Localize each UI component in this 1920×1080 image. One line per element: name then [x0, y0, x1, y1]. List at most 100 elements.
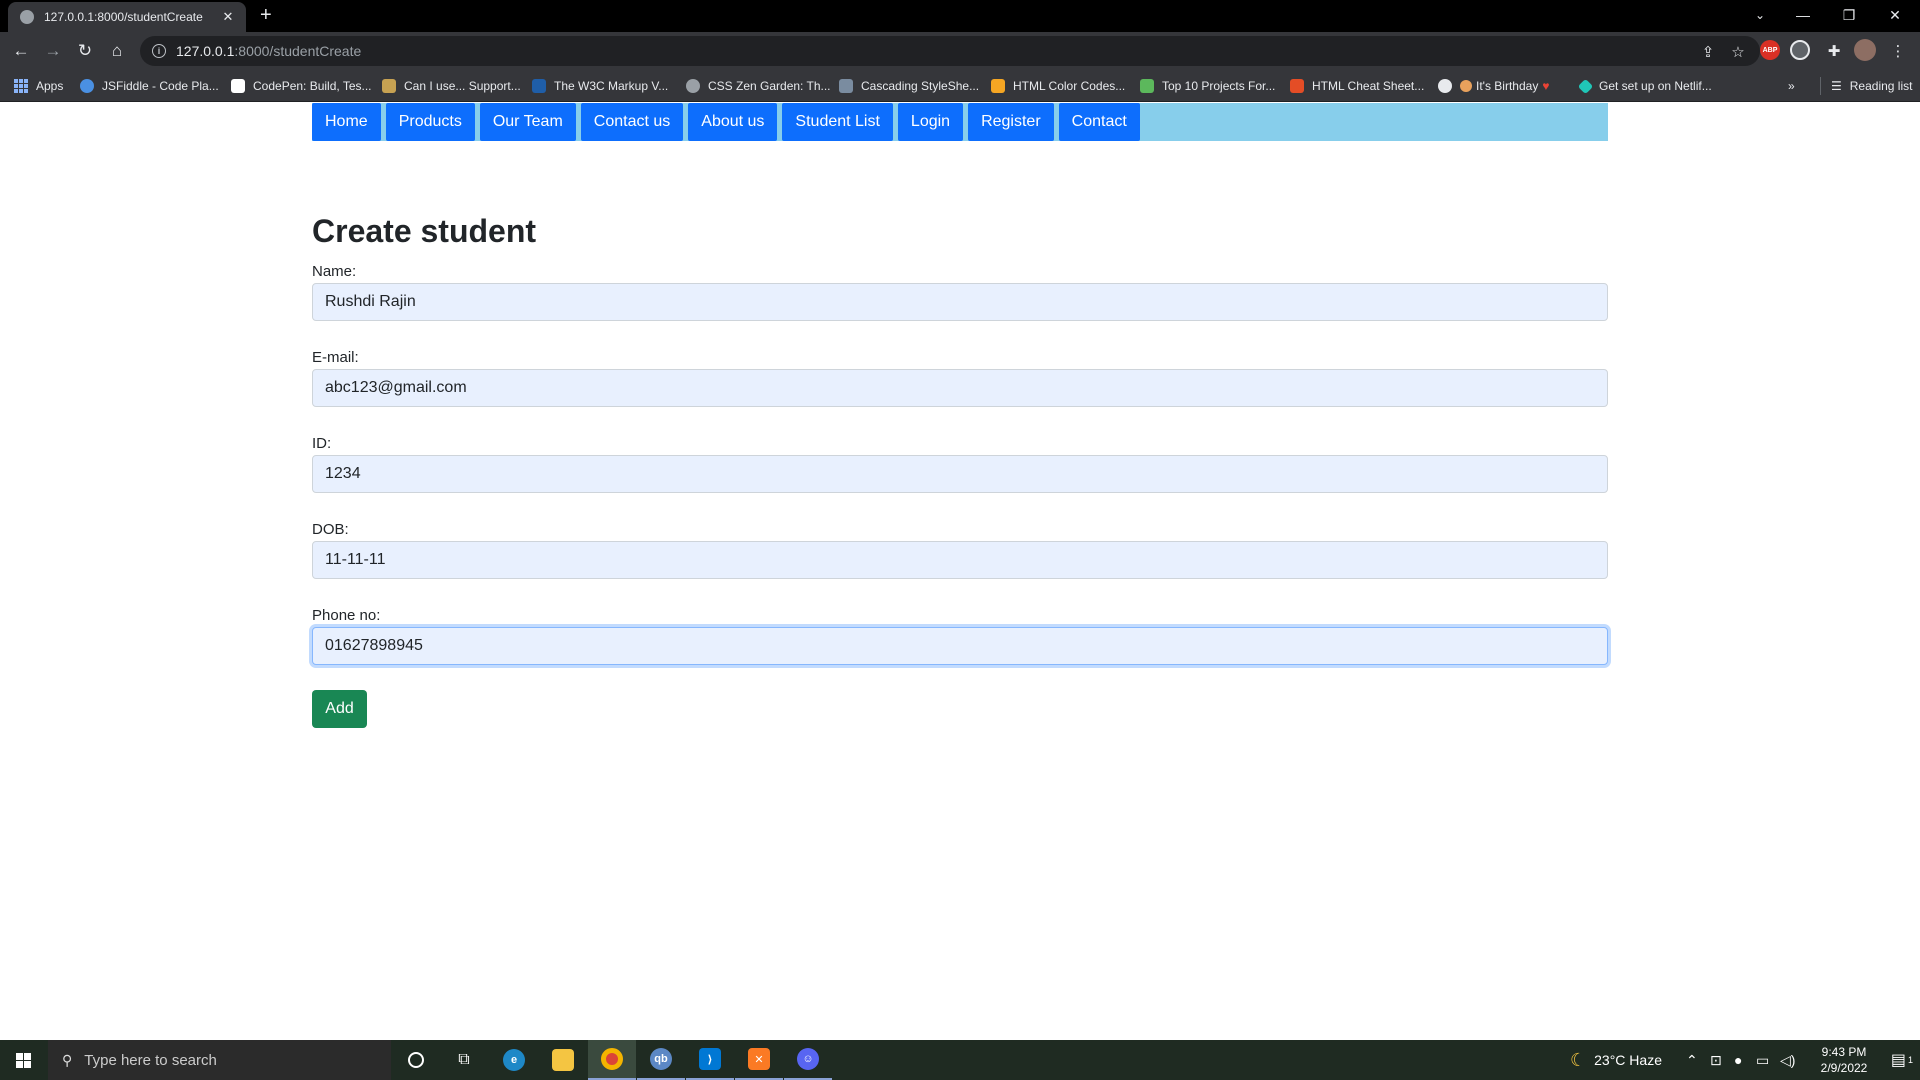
taskbar-xampp[interactable]: ✕: [735, 1040, 783, 1080]
email-field[interactable]: [312, 369, 1608, 407]
discord-icon: ☺: [797, 1048, 819, 1070]
taskbar-chrome[interactable]: [588, 1040, 636, 1080]
browser-tab[interactable]: 127.0.0.1:8000/studentCreate ✕: [8, 2, 246, 32]
bookmark-label: Cascading StyleShe...: [861, 79, 980, 93]
bookmark-codepen[interactable]: CodePen: Build, Tes...: [231, 77, 372, 95]
browser-tab-strip: 127.0.0.1:8000/studentCreate ✕ + ⌄ — ❐ ✕: [0, 0, 1920, 32]
weather-text: 23°C Haze: [1594, 1052, 1662, 1068]
system-clock[interactable]: 9:43 PM 2/9/2022: [1806, 1044, 1882, 1076]
bookmark-label: CSS Zen Garden: Th...: [708, 79, 831, 93]
tab-search-icon[interactable]: ⌄: [1745, 0, 1775, 30]
search-icon: ⚲: [62, 1051, 73, 1068]
phone-field[interactable]: [312, 627, 1608, 665]
id-field[interactable]: [312, 455, 1608, 493]
bookmark-cheatsheet[interactable]: HTML Cheat Sheet...: [1290, 77, 1424, 95]
notification-count: 1: [1908, 1055, 1914, 1065]
task-view-button[interactable]: ⧉: [440, 1040, 488, 1080]
dob-field[interactable]: [312, 541, 1608, 579]
privacy-extension-icon[interactable]: [1790, 40, 1810, 60]
email-label: E-mail:: [312, 349, 359, 366]
bookmark-label: HTML Cheat Sheet...: [1312, 79, 1425, 93]
html5-icon: [1290, 79, 1304, 93]
share-icon[interactable]: ⇪: [1696, 40, 1720, 64]
forward-icon[interactable]: →: [40, 39, 66, 63]
volume-icon[interactable]: ◁): [1780, 1040, 1795, 1080]
w3c-icon: [532, 79, 546, 93]
url-path: :8000/studentCreate: [234, 43, 362, 59]
reading-list-button[interactable]: ☰ Reading list: [1820, 77, 1912, 95]
home-icon[interactable]: ⌂: [104, 39, 130, 63]
device-icon[interactable]: ⊡: [1710, 1040, 1722, 1080]
nav-home[interactable]: Home: [312, 103, 381, 141]
bookmark-csszengarden[interactable]: CSS Zen Garden: Th...: [686, 77, 831, 95]
back-icon[interactable]: ←: [8, 39, 34, 63]
network-icon[interactable]: ▭: [1756, 1040, 1769, 1080]
microphone-icon[interactable]: ●: [1734, 1040, 1742, 1080]
bookmark-jsfiddle[interactable]: JSFiddle - Code Pla...: [80, 77, 219, 95]
nav-products[interactable]: Products: [385, 103, 475, 141]
bookmark-apps[interactable]: Apps: [14, 77, 63, 95]
nav-contact-us[interactable]: Contact us: [580, 103, 684, 141]
globe-icon: [20, 10, 34, 24]
bookmark-label: CodePen: Build, Tes...: [253, 79, 372, 93]
caniuse-icon: [382, 79, 396, 93]
taskbar-file-explorer[interactable]: [539, 1040, 587, 1080]
minimize-icon[interactable]: —: [1780, 0, 1826, 30]
taskbar-search[interactable]: ⚲ Type here to search: [48, 1040, 391, 1080]
nav-login[interactable]: Login: [897, 103, 964, 141]
restore-icon[interactable]: ❐: [1826, 0, 1872, 30]
cortana-button[interactable]: [392, 1040, 440, 1080]
bookmark-caniuse[interactable]: Can I use... Support...: [382, 77, 521, 95]
nav-our-team[interactable]: Our Team: [479, 103, 576, 141]
reload-icon[interactable]: ↻: [72, 39, 98, 63]
phone-label: Phone no:: [312, 607, 381, 624]
projects-icon: [1140, 79, 1154, 93]
taskbar-qbittorrent[interactable]: qb: [637, 1040, 685, 1080]
profile-avatar[interactable]: [1854, 39, 1876, 61]
bookmark-netlify[interactable]: Get set up on Netlif...: [1577, 77, 1712, 95]
moon-icon: ☾: [1570, 1049, 1587, 1070]
bookmark-cascading[interactable]: Cascading StyleShe...: [839, 77, 979, 95]
extensions-puzzle-icon[interactable]: ✚: [1822, 39, 1846, 63]
reading-list-label: Reading list: [1849, 79, 1913, 93]
taskbar-discord[interactable]: ☺: [784, 1040, 832, 1080]
close-tab-icon[interactable]: ✕: [220, 9, 236, 25]
address-bar[interactable]: i 127.0.0.1:8000/studentCreate ⇪ ☆: [140, 36, 1760, 66]
name-label: Name:: [312, 263, 357, 280]
edge-icon: e: [503, 1049, 525, 1071]
bookmark-star-icon[interactable]: ☆: [1726, 40, 1750, 64]
task-view-icon: ⧉: [458, 1051, 470, 1068]
main-navbar: Home Products Our Team Contact us About …: [312, 103, 1608, 141]
bookmark-top10[interactable]: Top 10 Projects For...: [1140, 77, 1275, 95]
taskbar-edge[interactable]: e: [490, 1040, 538, 1080]
windows-taskbar: ⚲ Type here to search ⧉ e qb ⟩ ✕ ☺ ☾ 23°…: [0, 1040, 1920, 1080]
adblock-extension-icon[interactable]: ABP: [1760, 40, 1780, 60]
jsfiddle-icon: [80, 79, 94, 93]
nav-about-us[interactable]: About us: [688, 103, 778, 141]
id-label: ID:: [312, 435, 332, 452]
show-hidden-icons[interactable]: ⌃: [1686, 1040, 1698, 1080]
bookmarks-bar: Apps JSFiddle - Code Pla... CodePen: Bui…: [0, 70, 1920, 102]
weather-widget[interactable]: ☾ 23°C Haze: [1570, 1040, 1662, 1080]
more-bookmarks-icon[interactable]: »: [1788, 77, 1795, 95]
nav-register[interactable]: Register: [968, 103, 1054, 141]
start-button[interactable]: [0, 1040, 46, 1080]
nav-student-list[interactable]: Student List: [782, 103, 893, 141]
css-icon: [839, 79, 853, 93]
clock-date: 2/9/2022: [1820, 1061, 1868, 1075]
bookmark-w3c[interactable]: The W3C Markup V...: [532, 77, 668, 95]
bookmark-birthday[interactable]: It's Birthday ♥: [1438, 77, 1549, 95]
new-tab-icon[interactable]: +: [260, 5, 272, 25]
bookmark-htmlcolorcodes[interactable]: HTML Color Codes...: [991, 77, 1125, 95]
notification-center[interactable]: ▤ 1: [1884, 1040, 1920, 1080]
taskbar-vscode[interactable]: ⟩: [686, 1040, 734, 1080]
page-content: Home Products Our Team Contact us About …: [0, 103, 1920, 1039]
site-info-icon[interactable]: i: [152, 44, 166, 58]
name-field[interactable]: [312, 283, 1608, 321]
close-window-icon[interactable]: ✕: [1872, 0, 1918, 30]
nav-contact[interactable]: Contact: [1058, 103, 1140, 141]
menu-kebab-icon[interactable]: ⋮: [1886, 39, 1910, 63]
add-button[interactable]: Add: [312, 690, 367, 728]
bookmark-label: It's Birthday: [1476, 79, 1539, 93]
dob-label: DOB:: [312, 521, 349, 538]
